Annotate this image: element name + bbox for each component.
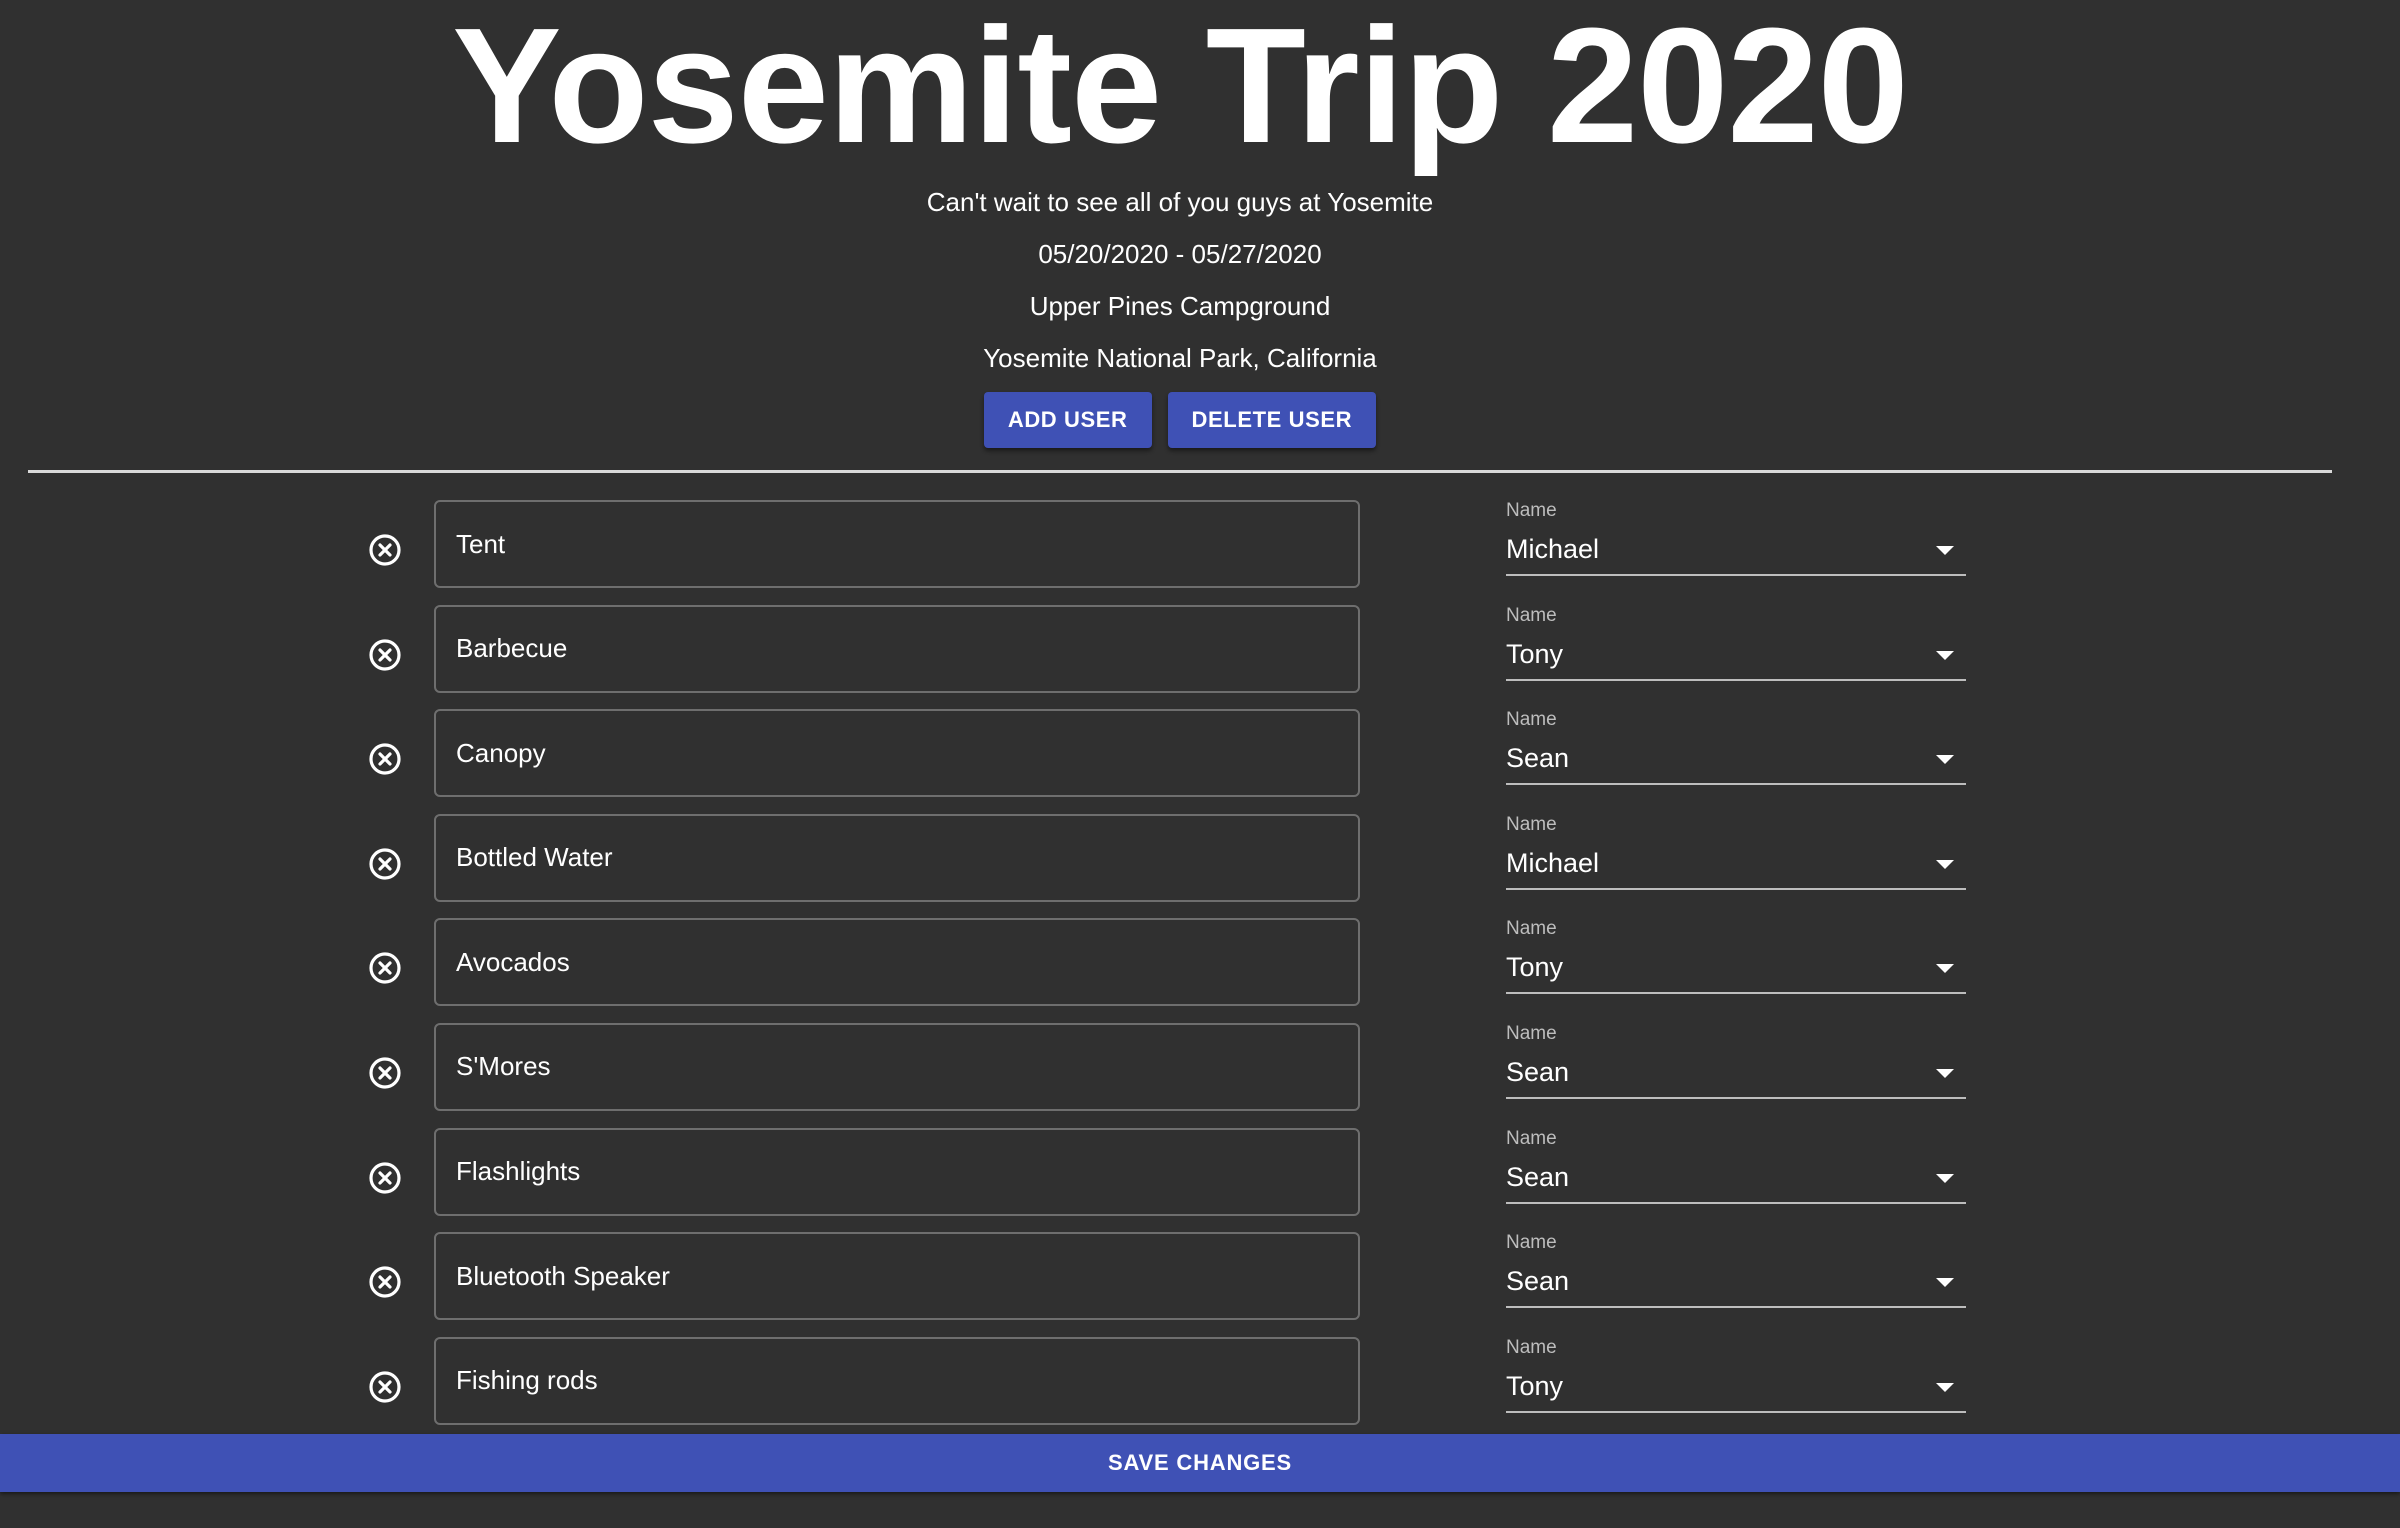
trip-message: Can't wait to see all of you guys at Yos… <box>926 187 1434 217</box>
assignee-dropdown[interactable]: Sean <box>1506 739 1966 786</box>
item-name-field[interactable] <box>434 1336 1360 1425</box>
item-name-field[interactable] <box>434 604 1360 693</box>
item-name-field[interactable] <box>434 500 1360 588</box>
assignee-value: Sean <box>1506 1056 1570 1087</box>
user-actions: ADD USER DELETE USER <box>0 392 2360 448</box>
chevron-down-icon <box>1936 1173 1954 1183</box>
chevron-down-icon <box>1936 546 1954 555</box>
list-item: Name Sean <box>0 1232 2400 1337</box>
item-name-field[interactable] <box>434 1022 1360 1111</box>
list-item: Name Sean <box>0 1127 2400 1233</box>
assignee-label: Name <box>1506 500 1557 521</box>
assignee-value: Sean <box>1506 1161 1570 1192</box>
list-item: Name Sean <box>0 709 2400 814</box>
list-item: Name Michael <box>0 813 2400 919</box>
close-circle-icon[interactable] <box>366 845 404 883</box>
item-name-field[interactable] <box>434 1232 1360 1321</box>
assignee-label: Name <box>1506 813 1557 835</box>
close-circle-icon[interactable] <box>366 1054 404 1092</box>
assignee-label: Name <box>1506 918 1557 940</box>
assignee-value: Tony <box>1506 1370 1564 1401</box>
assignee-label: Name <box>1506 1127 1557 1149</box>
assignee-value: Sean <box>1506 743 1570 774</box>
assignee-value: Tony <box>1506 952 1564 983</box>
list-item: Name Tony <box>0 918 2400 1023</box>
assignee-select: Name Tony <box>1506 1337 1966 1413</box>
close-circle-icon[interactable] <box>366 1159 404 1197</box>
chevron-down-icon <box>1936 964 1954 974</box>
close-circle-icon[interactable] <box>366 1368 404 1406</box>
assignee-value: Tony <box>1506 638 1564 669</box>
page: Yosemite Trip 2020 Can't wait to see all… <box>0 0 2400 1528</box>
assignee-value: Michael <box>1506 847 1600 878</box>
trip-location: Yosemite National Park, California <box>983 343 1377 373</box>
assignee-select: Name Tony <box>1506 605 1966 681</box>
divider <box>28 470 2332 473</box>
chevron-down-icon <box>1936 755 1954 765</box>
assignee-dropdown[interactable]: Michael <box>1506 530 1966 576</box>
close-circle-icon[interactable] <box>366 949 404 987</box>
close-circle-icon[interactable] <box>366 636 404 674</box>
assignee-label: Name <box>1506 604 1557 626</box>
assignee-value: Michael <box>1506 534 1600 564</box>
assignee-dropdown[interactable]: Michael <box>1506 844 1966 890</box>
assignee-select: Name Michael <box>1506 500 1966 576</box>
assignee-select: Name Sean <box>1506 1023 1966 1099</box>
list-item: Name Michael <box>0 500 2400 605</box>
list-item: Name Tony <box>0 1336 2400 1442</box>
item-name-field[interactable] <box>434 918 1360 1007</box>
item-name-field[interactable] <box>434 1127 1360 1216</box>
assignee-label: Name <box>1506 1336 1557 1358</box>
chevron-down-icon <box>1936 650 1954 660</box>
page-title: Yosemite Trip 2020 <box>452 0 1909 177</box>
close-circle-icon[interactable] <box>366 531 404 569</box>
chevron-down-icon <box>1936 1278 1954 1288</box>
trip-header: Yosemite Trip 2020 Can't wait to see all… <box>0 0 2360 448</box>
item-name-field[interactable] <box>434 709 1360 798</box>
chevron-down-icon <box>1936 859 1954 869</box>
assignee-label: Name <box>1506 1232 1557 1254</box>
assignee-select: Name Tony <box>1506 918 1966 995</box>
item-name-field[interactable] <box>434 813 1360 902</box>
chevron-down-icon <box>1936 1068 1954 1078</box>
assignee-dropdown[interactable]: Sean <box>1506 1053 1966 1099</box>
list-item: Name Sean <box>0 1022 2400 1128</box>
list-item: Name Tony <box>0 604 2400 710</box>
close-circle-icon[interactable] <box>366 740 404 778</box>
trip-dates: 05/20/2020 - 05/27/2020 <box>1038 239 1322 269</box>
assignee-label: Name <box>1506 709 1557 731</box>
item-list: Name Michael Name Tony <box>0 500 2400 1441</box>
assignee-select: Name Michael <box>1506 814 1966 890</box>
close-circle-icon[interactable] <box>366 1263 404 1301</box>
add-user-button[interactable]: ADD USER <box>983 392 1152 448</box>
assignee-dropdown[interactable]: Tony <box>1506 1367 1966 1413</box>
delete-user-button[interactable]: DELETE USER <box>1167 392 1377 448</box>
assignee-dropdown[interactable]: Tony <box>1506 635 1966 681</box>
assignee-dropdown[interactable]: Tony <box>1506 948 1966 995</box>
assignee-select: Name Sean <box>1506 1232 1966 1309</box>
assignee-label: Name <box>1506 1022 1557 1044</box>
assignee-select: Name Sean <box>1506 709 1966 786</box>
assignee-value: Sean <box>1506 1266 1570 1297</box>
chevron-down-icon <box>1936 1382 1954 1392</box>
assignee-select: Name Sean <box>1506 1128 1966 1204</box>
assignee-dropdown[interactable]: Sean <box>1506 1262 1966 1309</box>
save-changes-button[interactable]: SAVE CHANGES <box>0 1434 2400 1492</box>
assignee-dropdown[interactable]: Sean <box>1506 1158 1966 1204</box>
trip-campground: Upper Pines Campground <box>1029 291 1331 321</box>
